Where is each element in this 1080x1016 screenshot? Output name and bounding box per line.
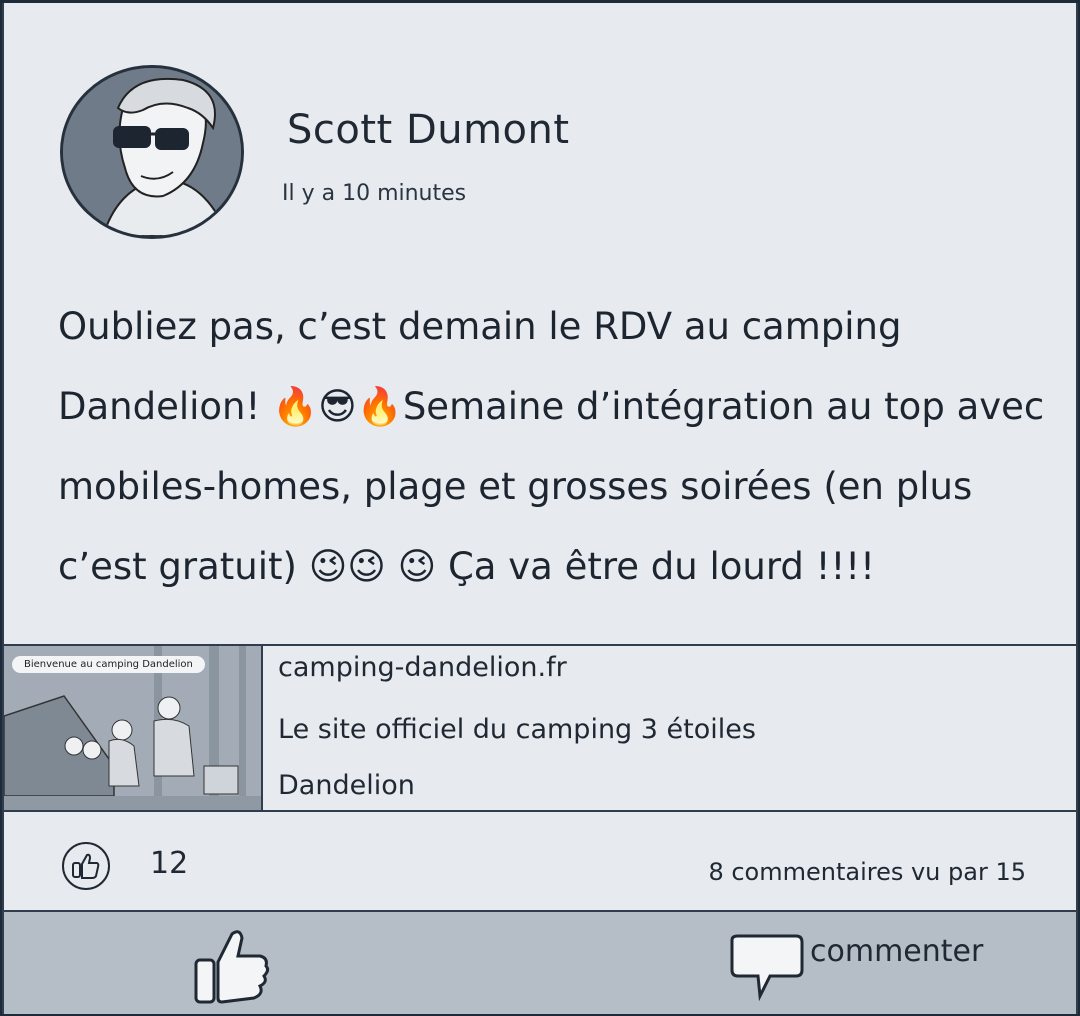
link-domain[interactable]: camping-dandelion.fr xyxy=(278,652,567,683)
link-preview[interactable]: Bienvenue au camping Dandelion camping-d… xyxy=(4,644,1076,812)
comment-label: commenter xyxy=(810,934,984,969)
link-description: Le site officiel du camping 3 étoiles Da… xyxy=(278,714,756,801)
post-timestamp: Il y a 10 minutes xyxy=(282,181,467,206)
comment-button[interactable]: commenter xyxy=(726,932,1006,1002)
thumbs-up-icon xyxy=(194,930,270,1004)
post-card: Scott Dumont Il y a 10 minutes Oubliez p… xyxy=(2,3,1078,1014)
thumbs-up-icon xyxy=(62,842,110,890)
comments-views-count[interactable]: 8 commentaires vu par 15 xyxy=(708,858,1026,886)
avatar[interactable] xyxy=(60,65,244,239)
speech-bubble-icon xyxy=(730,934,804,1002)
post-text: Oubliez pas, c’est demain le RDV au camp… xyxy=(58,305,1045,588)
like-count[interactable]: 12 xyxy=(150,846,188,881)
action-bar: commenter xyxy=(4,912,1076,1014)
post-stats: 12 8 commentaires vu par 15 xyxy=(4,812,1076,912)
link-preview-image-caption: Bienvenue au camping Dandelion xyxy=(12,656,205,673)
author-name[interactable]: Scott Dumont xyxy=(287,107,570,153)
link-preview-image[interactable]: Bienvenue au camping Dandelion xyxy=(4,646,263,810)
like-button[interactable] xyxy=(192,926,272,1008)
